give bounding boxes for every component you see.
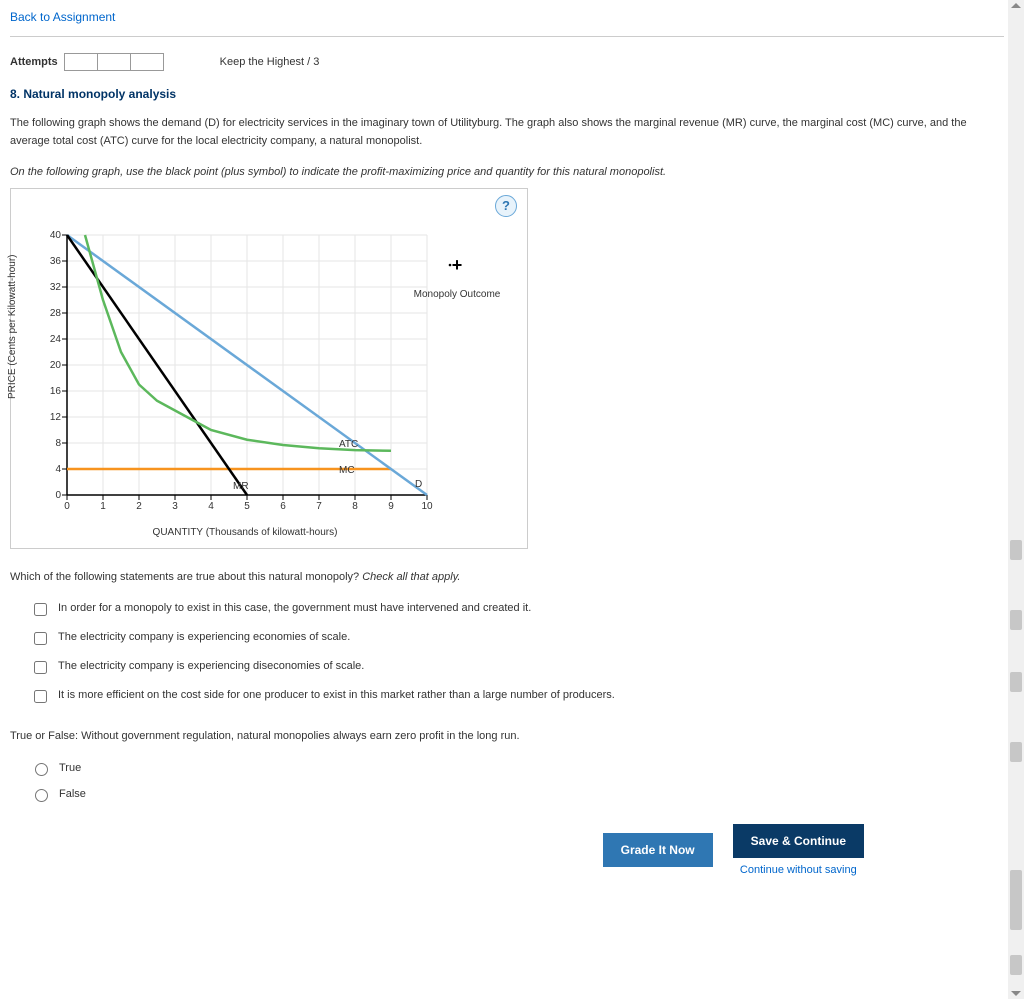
svg-text:7: 7 [316, 501, 322, 512]
attempts-row: Attempts Keep the Highest / 3 [10, 49, 1004, 87]
svg-text:24: 24 [50, 334, 62, 345]
scroll-down-icon[interactable] [1011, 991, 1021, 996]
atc-label: ATC [339, 439, 358, 450]
q3-radio-false[interactable] [35, 789, 48, 802]
graph-panel[interactable]: ? PRICE (Cents per Kilowatt-hour) 048121… [10, 188, 528, 549]
svg-text:36: 36 [50, 256, 62, 267]
q2-checkbox-0[interactable] [34, 603, 47, 616]
monopoly-outcome-marker[interactable]: + [449, 255, 463, 275]
svg-text:16: 16 [50, 386, 62, 397]
svg-text:28: 28 [50, 308, 62, 319]
q3-choice-true[interactable]: True [10, 756, 1004, 782]
q2-choice-2[interactable]: The electricity company is experiencing … [10, 654, 1004, 683]
back-to-assignment-link[interactable]: Back to Assignment [10, 10, 1004, 32]
divider [10, 36, 1004, 37]
d-label: D [415, 479, 422, 490]
save-continue-button[interactable]: Save & Continue [733, 824, 864, 858]
svg-text:20: 20 [50, 360, 62, 371]
scrollbar[interactable] [1008, 0, 1024, 999]
q2-choice-3[interactable]: It is more efficient on the cost side fo… [10, 683, 1004, 712]
q2-choice-0[interactable]: In order for a monopoly to exist in this… [10, 596, 1004, 625]
help-icon[interactable]: ? [495, 195, 517, 217]
q3-true-label: True [59, 762, 81, 774]
q3-false-label: False [59, 788, 86, 800]
q3-prompt: True or False: Without government regula… [10, 728, 1004, 746]
q2-checkbox-1[interactable] [34, 632, 47, 645]
q2-prompt: Which of the following statements are tr… [10, 569, 1004, 587]
scroll-thumb[interactable] [1010, 870, 1022, 930]
grade-it-now-button[interactable]: Grade It Now [603, 833, 713, 867]
q3-radio-true[interactable] [35, 763, 48, 776]
svg-text:5: 5 [244, 501, 250, 512]
svg-text:+: + [452, 255, 463, 275]
q3-choice-false[interactable]: False [10, 782, 1004, 808]
svg-text:32: 32 [50, 282, 62, 293]
question-title: 8. Natural monopoly analysis [10, 87, 1004, 101]
scroll-thumb[interactable] [1010, 672, 1022, 692]
svg-text:40: 40 [50, 230, 62, 241]
atc-curve [85, 235, 391, 451]
svg-text:10: 10 [421, 501, 433, 512]
scroll-thumb[interactable] [1010, 955, 1022, 975]
y-axis-label: PRICE (Cents per Kilowatt-hour) [7, 254, 18, 399]
svg-text:2: 2 [136, 501, 142, 512]
svg-text:8: 8 [352, 501, 358, 512]
mc-label: MC [339, 465, 355, 476]
svg-text:9: 9 [388, 501, 394, 512]
q2-choice-label: The electricity company is experiencing … [58, 631, 350, 643]
scroll-up-icon[interactable] [1011, 3, 1021, 8]
scroll-thumb[interactable] [1010, 540, 1022, 560]
q2-choice-1[interactable]: The electricity company is experiencing … [10, 625, 1004, 654]
q2-choice-label: The electricity company is experiencing … [58, 660, 364, 672]
attempts-label: Attempts [10, 56, 58, 68]
question-para1: The following graph shows the demand (D)… [10, 115, 1004, 150]
svg-text:4: 4 [55, 464, 61, 475]
svg-text:4: 4 [208, 501, 214, 512]
monopoly-outcome-label: Monopoly Outcome [414, 289, 501, 300]
keep-highest-label: Keep the Highest / 3 [220, 56, 320, 68]
continue-without-saving-link[interactable]: Continue without saving [740, 864, 857, 876]
attempt-box-1[interactable] [64, 53, 98, 71]
svg-text:3: 3 [172, 501, 178, 512]
scroll-thumb[interactable] [1010, 610, 1022, 630]
chart-svg[interactable]: 0481216202428323640 012345678910 ATC MC … [17, 225, 507, 525]
q2-choice-label: In order for a monopoly to exist in this… [58, 602, 531, 614]
svg-text:6: 6 [280, 501, 286, 512]
scroll-thumb[interactable] [1010, 742, 1022, 762]
svg-text:0: 0 [55, 490, 61, 501]
graph-instruction: On the following graph, use the black po… [10, 164, 1004, 182]
q2-checkbox-3[interactable] [34, 690, 47, 703]
attempt-box-2[interactable] [98, 53, 131, 71]
button-row: Grade It Now Save & Continue Continue wi… [10, 824, 1004, 876]
q2-checkbox-2[interactable] [34, 661, 47, 674]
mr-label: MR [233, 481, 249, 492]
attempt-box-3[interactable] [131, 53, 164, 71]
svg-text:12: 12 [50, 412, 62, 423]
attempt-boxes [64, 53, 164, 71]
svg-text:0: 0 [64, 501, 70, 512]
q2-choice-label: It is more efficient on the cost side fo… [58, 689, 615, 701]
svg-text:8: 8 [55, 438, 61, 449]
svg-text:1: 1 [100, 501, 106, 512]
x-axis-label: QUANTITY (Thousands of kilowatt-hours) [65, 527, 425, 538]
